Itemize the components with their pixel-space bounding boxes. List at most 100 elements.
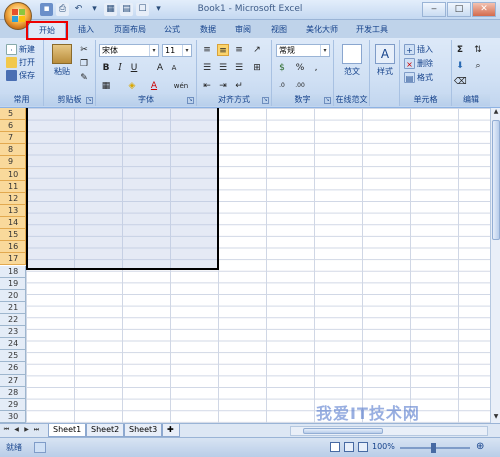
tab-insert[interactable]: 插入 xyxy=(72,22,100,38)
row-header[interactable]: 7 xyxy=(0,132,26,145)
prev-sheet-icon[interactable]: ◀ xyxy=(12,426,21,435)
tab-review[interactable]: 审阅 xyxy=(229,22,257,38)
scroll-thumb[interactable] xyxy=(492,120,500,240)
align-middle-icon[interactable]: ≡ xyxy=(217,44,229,56)
row-header[interactable]: 10 xyxy=(0,168,26,181)
phonetic-button[interactable]: wén xyxy=(172,80,190,92)
tab-developer[interactable]: 开发工具 xyxy=(350,22,394,38)
autosum-button[interactable]: Σ xyxy=(454,44,466,56)
increase-decimal-icon[interactable]: .0 xyxy=(276,80,288,92)
next-sheet-icon[interactable]: ▶ xyxy=(22,426,31,435)
row-header[interactable]: 6 xyxy=(0,120,26,133)
wrap-text-icon[interactable]: ↵ xyxy=(233,80,245,92)
vertical-scrollbar[interactable]: ▲ ▼ xyxy=(490,108,500,423)
sheet-tab-3[interactable]: Sheet3 xyxy=(124,424,163,437)
zoom-slider[interactable] xyxy=(400,443,470,453)
fill-color-icon[interactable]: ◈ xyxy=(126,80,138,92)
new-button[interactable]: · 新建 xyxy=(6,44,35,55)
increase-indent-icon[interactable]: ⇥ xyxy=(217,80,229,92)
comma-button[interactable]: , xyxy=(310,62,322,74)
tab-page-layout[interactable]: 页面布局 xyxy=(108,22,152,38)
percent-button[interactable]: % xyxy=(294,62,306,74)
row-header[interactable]: 24 xyxy=(0,338,26,351)
selected-range[interactable] xyxy=(26,108,219,270)
decrease-decimal-icon[interactable]: .00 xyxy=(294,80,306,92)
dialog-launcher-icon[interactable]: ↘ xyxy=(262,97,269,104)
sheet-tab-1[interactable]: Sheet1 xyxy=(48,424,87,437)
row-header[interactable]: 13 xyxy=(0,204,26,218)
scroll-down-icon[interactable]: ▼ xyxy=(491,413,500,423)
insert-sheet-icon[interactable]: ✚ xyxy=(162,424,180,437)
save-button[interactable]: 保存 xyxy=(6,70,35,81)
insert-cells-button[interactable]: + 插入 xyxy=(404,44,433,55)
row-header[interactable]: 30 xyxy=(0,410,26,423)
row-header[interactable]: 22 xyxy=(0,313,26,327)
page-layout-view-icon[interactable] xyxy=(344,442,354,452)
paste-button[interactable]: 粘贴 xyxy=(48,42,76,82)
row-header[interactable]: 14 xyxy=(0,217,26,230)
tab-formulas[interactable]: 公式 xyxy=(158,22,186,38)
row-header[interactable]: 20 xyxy=(0,289,26,302)
row-header[interactable]: 23 xyxy=(0,326,26,339)
number-format-select[interactable]: 常规 ▾ xyxy=(276,44,330,57)
bold-button[interactable]: B xyxy=(100,62,112,74)
tab-data[interactable]: 数据 xyxy=(194,22,222,38)
normal-view-icon[interactable] xyxy=(330,442,340,452)
dialog-launcher-icon[interactable]: ↘ xyxy=(324,97,331,104)
align-right-icon[interactable]: ☰ xyxy=(233,62,245,74)
row-header[interactable]: 8 xyxy=(0,144,26,157)
row-header[interactable]: 19 xyxy=(0,277,26,290)
clear-icon[interactable]: ⌫ xyxy=(454,76,467,88)
italic-button[interactable]: I xyxy=(114,62,126,74)
font-color-button[interactable]: A xyxy=(148,80,160,92)
row-header[interactable]: 12 xyxy=(0,192,26,205)
fill-icon[interactable]: ⬇ xyxy=(454,60,466,72)
tab-beautify-master[interactable]: 美化大师 xyxy=(300,22,344,38)
row-header[interactable]: 11 xyxy=(0,180,26,193)
shrink-font-button[interactable]: A xyxy=(168,62,180,74)
row-header[interactable]: 9 xyxy=(0,156,26,169)
row-header[interactable]: 27 xyxy=(0,374,26,387)
delete-cells-button[interactable]: × 删除 xyxy=(404,58,433,69)
row-header[interactable]: 15 xyxy=(0,229,26,242)
close-icon[interactable]: ✕ xyxy=(472,2,496,17)
decrease-indent-icon[interactable]: ⇤ xyxy=(201,80,213,92)
hscroll-thumb[interactable] xyxy=(303,428,383,434)
find-icon[interactable]: ⌕ xyxy=(472,60,484,72)
page-break-view-icon[interactable] xyxy=(358,442,368,452)
format-painter-icon[interactable]: ✎ xyxy=(78,72,90,84)
align-left-icon[interactable]: ☰ xyxy=(201,62,213,74)
sort-filter-icon[interactable]: ⇅ xyxy=(472,44,484,56)
font-size-select[interactable]: 11 ▾ xyxy=(162,44,192,57)
format-cells-button[interactable]: ▤ 格式 xyxy=(404,72,433,83)
zoom-level[interactable]: 100% xyxy=(372,442,395,451)
border-icon[interactable]: ▦ xyxy=(100,80,112,92)
row-header[interactable]: 16 xyxy=(0,241,26,254)
underline-button[interactable]: U xyxy=(128,62,140,74)
macro-record-icon[interactable] xyxy=(34,442,46,453)
row-header[interactable]: 17 xyxy=(0,253,26,266)
align-bottom-icon[interactable]: ≡ xyxy=(233,44,245,56)
tab-view[interactable]: 视图 xyxy=(265,22,293,38)
row-header[interactable]: 18 xyxy=(0,265,26,278)
styles-button[interactable]: A 样式 xyxy=(371,42,399,82)
worksheet[interactable]: 5 6 7 8 9 10 11 12 13 14 15 16 17 18 19 20 21 22 23 24 25 26 2… xyxy=(0,108,490,423)
first-sheet-icon[interactable]: ⏮ xyxy=(2,426,11,435)
row-header[interactable]: 29 xyxy=(0,398,26,411)
row-header[interactable]: 5 xyxy=(0,108,26,121)
row-header[interactable]: 28 xyxy=(0,386,26,399)
orientation-icon[interactable]: ↗ xyxy=(251,44,263,56)
font-name-select[interactable]: 宋体 ▾ xyxy=(99,44,159,57)
dialog-launcher-icon[interactable]: ↘ xyxy=(86,97,93,104)
open-button[interactable]: 打开 xyxy=(6,57,35,68)
merge-center-icon[interactable]: ⊞ xyxy=(251,62,263,74)
horizontal-scrollbar[interactable] xyxy=(290,426,488,436)
dialog-launcher-icon[interactable]: ↘ xyxy=(187,97,194,104)
row-header[interactable]: 26 xyxy=(0,362,26,375)
sheet-tab-2[interactable]: Sheet2 xyxy=(86,424,125,437)
last-sheet-icon[interactable]: ⏭ xyxy=(32,426,41,435)
cut-icon[interactable]: ✂ xyxy=(78,44,90,56)
template-button[interactable]: 范文 xyxy=(338,42,366,82)
currency-icon[interactable]: $ xyxy=(276,62,288,74)
zoom-knob[interactable] xyxy=(431,443,436,453)
